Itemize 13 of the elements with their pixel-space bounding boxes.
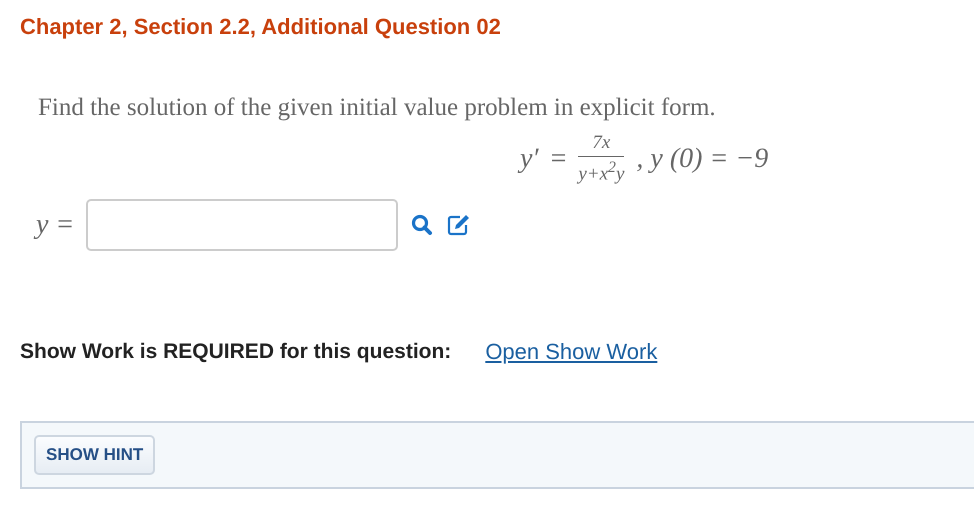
search-icon[interactable]: [410, 213, 434, 238]
equation-lhs: y′: [520, 142, 539, 175]
answer-label: y =: [36, 209, 74, 242]
fraction-denominator: y+x$^{2}$y: [578, 158, 624, 186]
equals-sign: =: [550, 142, 566, 175]
show-hint-button[interactable]: SHOW HINT: [34, 435, 156, 476]
question-text: Find the solution of the given initial value problem in explicit form.: [38, 93, 717, 123]
initial-condition: , y (0) = −9: [636, 142, 768, 175]
show-work-label: Show Work is REQUIRED for this question:: [20, 340, 452, 364]
answer-field[interactable]: [86, 199, 398, 252]
fraction-numerator: 7x: [578, 132, 624, 157]
open-show-work-link[interactable]: Open Show Work: [485, 339, 658, 366]
question-title: Chapter 2, Section 2.2, Additional Question 02: [20, 13, 502, 41]
